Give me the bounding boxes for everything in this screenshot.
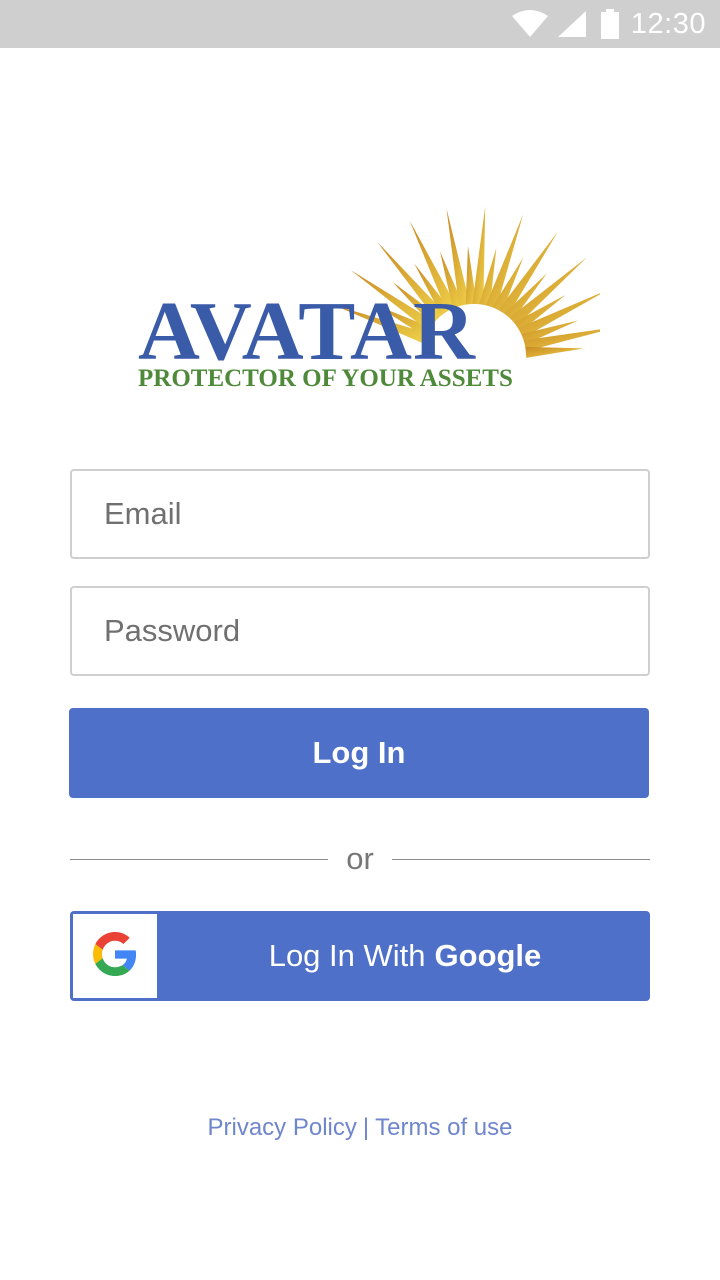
email-input[interactable] (72, 471, 648, 557)
status-bar: 12:30 (0, 0, 720, 48)
sun-ray (518, 293, 600, 338)
login-screen: 12:30 AVATAR PROTECTOR OF YOUR ASSETS Lo… (0, 0, 720, 1280)
wifi-icon (511, 10, 549, 38)
password-field[interactable] (70, 586, 650, 676)
logo-wordmark: AVATAR (138, 285, 476, 378)
password-input[interactable] (72, 588, 648, 674)
google-logo-box (73, 914, 157, 998)
footer-links: Privacy Policy | Terms of use (0, 1110, 720, 1146)
divider-line-right (392, 859, 650, 860)
google-login-button[interactable]: Log In With Google (70, 911, 650, 1001)
status-icons: 12:30 (511, 0, 706, 48)
google-g-icon (93, 931, 137, 981)
google-label-brand: Google (434, 938, 542, 973)
sun-ray (525, 346, 584, 358)
logo-tagline: PROTECTOR OF YOUR ASSETS (138, 365, 513, 392)
footer-separator: | (362, 1114, 370, 1141)
avatar-logo: AVATAR PROTECTOR OF YOUR ASSETS (130, 170, 600, 400)
login-button[interactable]: Log In (69, 708, 649, 798)
signal-icon (557, 10, 587, 38)
google-label-prefix: Log In With (268, 938, 426, 973)
terms-of-use-link[interactable]: Terms of use (375, 1114, 512, 1141)
or-divider: or (70, 838, 650, 882)
privacy-policy-link[interactable]: Privacy Policy (208, 1114, 357, 1141)
email-field[interactable] (70, 469, 650, 559)
google-login-label: Log In With Google (160, 911, 650, 1001)
battery-icon (600, 9, 619, 39)
status-time: 12:30 (630, 7, 706, 40)
